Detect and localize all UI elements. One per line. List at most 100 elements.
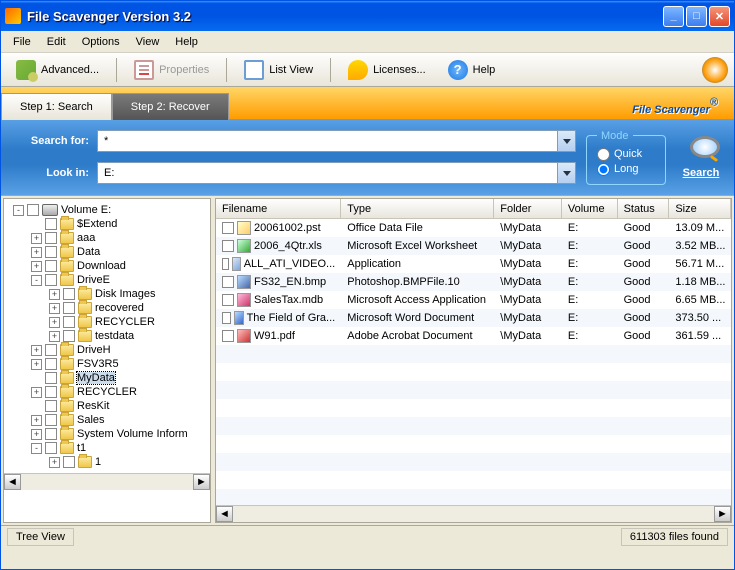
checkbox[interactable] (27, 204, 39, 216)
expander-icon[interactable]: + (49, 289, 60, 300)
tree-node[interactable]: +Data (6, 245, 208, 259)
expander-icon[interactable]: - (31, 443, 42, 454)
checkbox[interactable] (63, 302, 75, 314)
searchfor-input[interactable] (98, 131, 557, 151)
lookin-input[interactable] (98, 163, 557, 183)
tree-node[interactable]: +1 (6, 455, 208, 469)
checkbox[interactable] (45, 246, 57, 258)
tree-node[interactable]: +FSV3R5 (6, 357, 208, 371)
checkbox[interactable] (45, 400, 57, 412)
file-list[interactable]: Filename Type Folder Volume Status Size … (215, 198, 732, 523)
col-status[interactable]: Status (618, 199, 670, 218)
checkbox[interactable] (63, 316, 75, 328)
tree-node[interactable]: +RECYCLER (6, 385, 208, 399)
checkbox[interactable] (222, 330, 234, 342)
mode-long-radio[interactable]: Long (597, 163, 655, 176)
menu-help[interactable]: Help (167, 33, 206, 51)
expander-icon[interactable]: + (31, 429, 42, 440)
tree-node[interactable]: +testdata (6, 329, 208, 343)
expander-icon[interactable]: + (31, 359, 42, 370)
file-row[interactable]: 2006_4Qtr.xlsMicrosoft Excel Worksheet\M… (216, 237, 731, 255)
file-row[interactable]: FS32_EN.bmpPhotoshop.BMPFile.10\MyDataE:… (216, 273, 731, 291)
checkbox[interactable] (63, 330, 75, 342)
menu-view[interactable]: View (128, 33, 168, 51)
file-row[interactable]: W91.pdfAdobe Acrobat Document\MyDataE:Go… (216, 327, 731, 345)
expander-icon[interactable]: + (31, 415, 42, 426)
file-row[interactable]: The Field of Gra...Microsoft Word Docume… (216, 309, 731, 327)
listview-button[interactable]: List View (235, 55, 322, 85)
licenses-button[interactable]: Licenses... (339, 55, 435, 85)
minimize-button[interactable]: _ (663, 6, 684, 27)
col-size[interactable]: Size (669, 199, 731, 218)
file-row[interactable]: SalesTax.mdbMicrosoft Access Application… (216, 291, 731, 309)
close-button[interactable]: ✕ (709, 6, 730, 27)
dropdown-icon[interactable] (557, 131, 575, 151)
tree-node[interactable]: -DriveE (6, 273, 208, 287)
tree-node[interactable]: ResKit (6, 399, 208, 413)
expander-icon[interactable]: - (31, 275, 42, 286)
expander-icon[interactable]: + (49, 317, 60, 328)
search-button[interactable]: Search (682, 136, 720, 179)
tree-node[interactable]: +DriveH (6, 343, 208, 357)
col-type[interactable]: Type (341, 199, 494, 218)
col-filename[interactable]: Filename (216, 199, 341, 218)
dropdown-icon[interactable] (557, 163, 575, 183)
tree-node[interactable]: +RECYCLER (6, 315, 208, 329)
checkbox[interactable] (63, 288, 75, 300)
checkbox[interactable] (45, 414, 57, 426)
mode-quick-radio[interactable]: Quick (597, 148, 655, 161)
menu-options[interactable]: Options (74, 33, 128, 51)
checkbox[interactable] (222, 276, 234, 288)
file-row[interactable]: 20061002.pstOffice Data File\MyDataE:Goo… (216, 219, 731, 237)
menu-edit[interactable]: Edit (39, 33, 74, 51)
tree-node[interactable]: $Extend (6, 217, 208, 231)
tree-node[interactable]: +Disk Images (6, 287, 208, 301)
checkbox[interactable] (222, 294, 234, 306)
expander-icon[interactable]: + (31, 345, 42, 356)
col-folder[interactable]: Folder (494, 199, 562, 218)
tree-node[interactable]: +System Volume Inform (6, 427, 208, 441)
expander-icon[interactable]: + (49, 457, 60, 468)
expander-icon[interactable]: + (31, 387, 42, 398)
tree-node[interactable]: +Sales (6, 413, 208, 427)
folder-tree[interactable]: -Volume E:$Extend+aaa+Data+Download-Driv… (3, 198, 211, 523)
checkbox[interactable] (45, 442, 57, 454)
lookin-combo[interactable] (97, 162, 576, 184)
checkbox[interactable] (222, 312, 231, 324)
tree-node[interactable]: -t1 (6, 441, 208, 455)
checkbox[interactable] (45, 344, 57, 356)
expander-icon[interactable]: + (49, 303, 60, 314)
expander-icon[interactable]: + (31, 247, 42, 258)
checkbox[interactable] (45, 358, 57, 370)
checkbox[interactable] (45, 260, 57, 272)
maximize-button[interactable]: □ (686, 6, 707, 27)
checkbox[interactable] (45, 274, 57, 286)
tree-node[interactable]: +recovered (6, 301, 208, 315)
help-button[interactable]: ?Help (439, 55, 505, 85)
checkbox[interactable] (45, 232, 57, 244)
checkbox[interactable] (222, 258, 229, 270)
tree-node[interactable]: MyData (6, 371, 208, 385)
checkbox[interactable] (45, 428, 57, 440)
tree-hscroll[interactable]: ◄► (4, 473, 210, 490)
list-hscroll[interactable]: ◄► (216, 505, 731, 522)
checkbox[interactable] (45, 372, 57, 384)
checkbox[interactable] (222, 240, 234, 252)
menu-file[interactable]: File (5, 33, 39, 51)
col-volume[interactable]: Volume (562, 199, 618, 218)
file-row[interactable]: ALL_ATI_VIDEO...Application\MyDataE:Good… (216, 255, 731, 273)
tree-node[interactable]: +Download (6, 259, 208, 273)
advanced-button[interactable]: Advanced... (7, 55, 108, 85)
checkbox[interactable] (63, 456, 75, 468)
checkbox[interactable] (45, 218, 57, 230)
expander-icon[interactable]: + (31, 233, 42, 244)
tree-node[interactable]: -Volume E: (6, 203, 208, 217)
expander-icon[interactable]: + (31, 261, 42, 272)
expander-icon[interactable]: - (13, 205, 24, 216)
expander-icon[interactable]: + (49, 331, 60, 342)
checkbox[interactable] (45, 386, 57, 398)
checkbox[interactable] (222, 222, 234, 234)
tab-search[interactable]: Step 1: Search (1, 93, 112, 120)
properties-button[interactable]: Properties (125, 55, 218, 85)
searchfor-combo[interactable] (97, 130, 576, 152)
